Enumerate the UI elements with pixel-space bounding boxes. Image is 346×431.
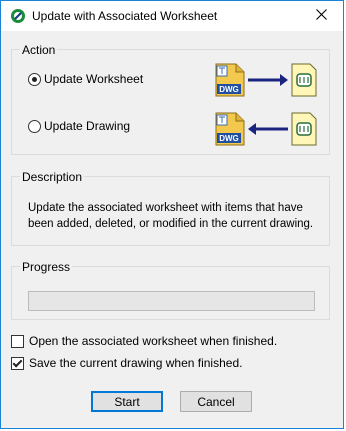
window-title: Update with Associated Worksheet [32, 9, 218, 23]
save-drawing-option[interactable]: Save the current drawing when finished. [11, 356, 242, 370]
title-bar: Update with Associated Worksheet [1, 1, 343, 31]
description-group-label: Description [20, 170, 85, 184]
update-drawing-radio[interactable]: Update Drawing [28, 119, 130, 133]
update-worksheet-radio[interactable]: Update Worksheet [28, 72, 143, 86]
dialog-window: Update with Associated Worksheet Action … [0, 0, 344, 429]
open-worksheet-option[interactable]: Open the associated worksheet when finis… [11, 334, 277, 348]
drawing-update-diagram: DWG [214, 109, 318, 150]
worksheet-file-icon [291, 112, 317, 146]
cancel-button[interactable]: Cancel [180, 391, 252, 412]
progress-group-label: Progress [20, 260, 73, 274]
right-arrow-icon [248, 74, 288, 86]
update-drawing-label: Update Drawing [44, 119, 131, 133]
update-drawing-radio-button[interactable] [28, 119, 41, 133]
save-drawing-label: Save the current drawing when finished. [29, 356, 243, 370]
svg-text:DWG: DWG [219, 85, 239, 94]
description-group: Description Update the associated worksh… [11, 170, 330, 246]
save-drawing-checkbox[interactable] [11, 356, 24, 370]
update-worksheet-radio-button[interactable] [28, 72, 41, 86]
dwg-file-icon: DWG [215, 63, 245, 97]
description-text: Update the associated worksheet with ite… [28, 202, 314, 230]
start-button[interactable]: Start [91, 391, 163, 412]
action-group-label: Action [20, 43, 58, 57]
progress-bar [28, 291, 315, 311]
action-group: Action Update Worksheet Update Drawing D… [11, 43, 330, 155]
svg-text:DWG: DWG [219, 134, 239, 143]
progress-group: Progress [11, 260, 330, 320]
worksheet-update-diagram: DWG [214, 60, 318, 101]
close-button[interactable] [299, 1, 343, 31]
left-arrow-icon [248, 123, 288, 135]
open-worksheet-checkbox[interactable] [11, 334, 24, 348]
dwg-file-icon: DWG [215, 112, 245, 146]
app-icon [10, 8, 26, 24]
open-worksheet-label: Open the associated worksheet when finis… [29, 334, 278, 348]
close-icon [315, 9, 327, 23]
update-worksheet-label: Update Worksheet [44, 72, 144, 86]
worksheet-file-icon [291, 63, 317, 97]
